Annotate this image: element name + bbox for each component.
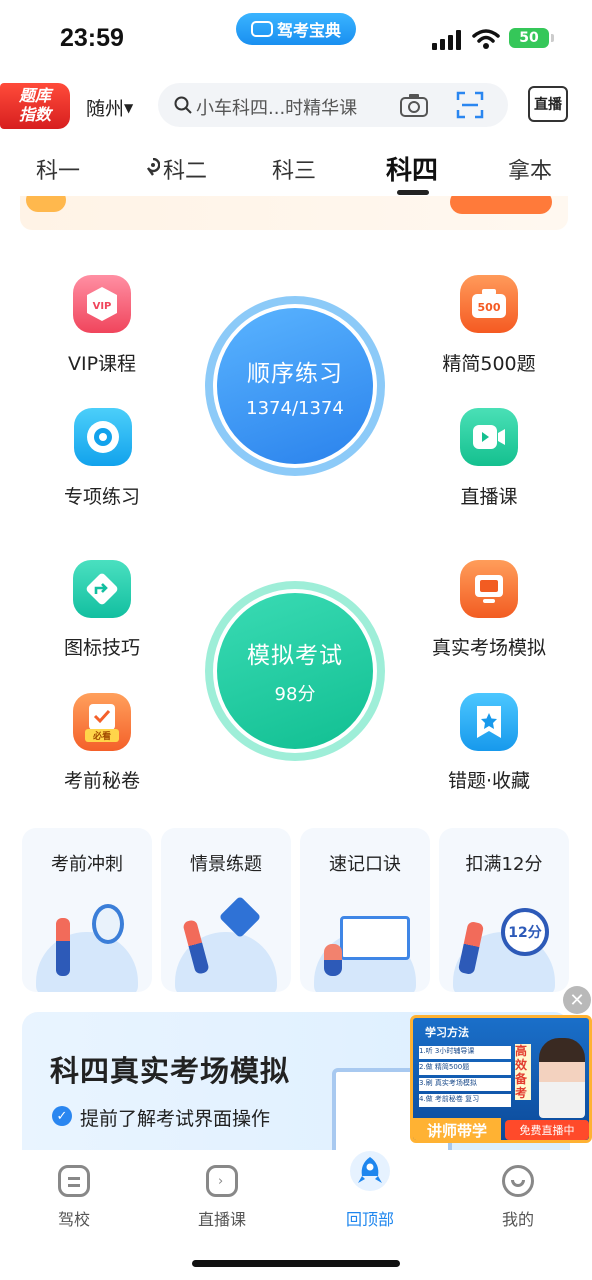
card-scenario[interactable]: 情景练题 (161, 828, 291, 992)
nav-mine[interactable]: 我的 (468, 1165, 568, 1230)
svg-text:必看: 必看 (92, 730, 111, 742)
sequence-practice-progress: 1374/1374 (246, 397, 344, 419)
board-icon (340, 916, 410, 960)
card-mnemonic-title: 速记口诀 (329, 854, 401, 875)
special-practice-label[interactable]: 专项练习 (32, 482, 172, 509)
card-12-points-title: 扣满12分 (465, 854, 543, 875)
sequence-practice-label: 顺序练习 (247, 360, 343, 387)
sequence-practice-ring[interactable]: 顺序练习 1374/1374 (205, 296, 385, 476)
video-item-2: 2.做 精简500题 (419, 1062, 511, 1075)
mock-exam-label: 模拟考试 (247, 643, 343, 669)
person-figure-icon (56, 918, 70, 976)
real-exam-sim-icon[interactable] (460, 560, 518, 618)
app-name-pill: 驾考宝典 (236, 13, 356, 45)
promo-strip-banner[interactable] (20, 196, 568, 230)
mistakes-favorites-label[interactable]: 错题·收藏 (419, 766, 559, 793)
video-item-3: 3.刷 真实考场模拟 (419, 1078, 511, 1091)
tv-icon: › (206, 1165, 238, 1197)
svg-text:500: 500 (478, 301, 501, 314)
promo-title: 科四真实考场模拟 (50, 1054, 291, 1088)
tab-ke1[interactable]: 科一 (36, 153, 80, 185)
video-tag: 讲师带学 (413, 1118, 501, 1140)
live-tv-button[interactable]: 直播 (528, 86, 568, 122)
badge-line2: 指数 (18, 105, 51, 124)
twelve-points-badge: 12分 (501, 908, 549, 956)
tab-ke4[interactable]: 科四 (386, 150, 438, 187)
tab-ke3[interactable]: 科三 (272, 153, 316, 185)
real-exam-sim-label[interactable]: 真实考场模拟 (419, 633, 559, 660)
caret-down-icon: ▼ (124, 101, 134, 115)
city-label: 随州 (86, 98, 125, 120)
nav-live-course[interactable]: › 直播课 (172, 1165, 272, 1230)
live-course-icon[interactable] (460, 408, 518, 466)
banner-action-pill[interactable] (450, 196, 552, 214)
special-practice-icon[interactable] (74, 408, 132, 466)
presenter-avatar (539, 1038, 585, 1118)
svg-text:VIP: VIP (93, 301, 112, 312)
card-sprint-illustration (36, 932, 138, 992)
nav-driving-school[interactable]: 驾校 (24, 1165, 124, 1230)
card-scenario-title: 情景练题 (190, 854, 262, 875)
signal-icon (432, 30, 464, 50)
sitting-figure-icon (324, 944, 342, 976)
nav-driving-school-label: 驾校 (57, 1210, 90, 1229)
card-sprint[interactable]: 考前冲刺 (22, 828, 152, 992)
battery-indicator: 50 (509, 28, 554, 48)
pre-exam-paper-icon[interactable]: 必看 (73, 693, 131, 751)
tab-nabeng[interactable]: 拿本 (508, 153, 552, 185)
mock-exam-ring[interactable]: 模拟考试 98分 (205, 581, 385, 761)
camera-icon[interactable] (400, 93, 428, 117)
rocket-icon (92, 904, 124, 944)
tab-ke2[interactable]: 科二 (163, 153, 207, 185)
jingjian-500-icon[interactable]: 500 (460, 275, 518, 333)
vip-course-label[interactable]: VIP课程 (32, 349, 172, 376)
driving-school-icon (58, 1165, 90, 1197)
nav-live-course-label: 直播课 (197, 1210, 246, 1229)
smile-icon (502, 1165, 534, 1197)
live-video-thumbnail[interactable]: 学习方法 1.听 3小时辅导课 2.做 精简500题 3.刷 真实考场模拟 4.… (410, 1015, 592, 1143)
question-bank-index-badge[interactable]: 题库 指数 (0, 83, 70, 129)
sign-tips-icon[interactable] (73, 560, 131, 618)
scan-icon[interactable] (456, 91, 484, 119)
sign-tips-label[interactable]: 图标技巧 (32, 633, 172, 660)
video-side-text: 高效备考 (515, 1044, 531, 1100)
city-selector[interactable]: 随州▼ (86, 94, 133, 121)
mistakes-favorites-icon[interactable] (460, 693, 518, 751)
home-indicator (192, 1260, 400, 1267)
banner-decoration (26, 196, 66, 212)
vip-course-icon[interactable]: VIP (73, 275, 131, 333)
nav-back-to-top[interactable]: 回顶部 (320, 1151, 420, 1230)
search-icon (174, 96, 192, 114)
live-course-label[interactable]: 直播课 (419, 482, 559, 509)
search-placeholder[interactable]: 小车科四...时精华课 (196, 94, 357, 120)
mock-exam-score: 98分 (274, 684, 316, 705)
card-12-points[interactable]: 扣满12分 12分 (439, 828, 569, 992)
badge-line1: 题库 (18, 86, 51, 105)
wifi-icon (472, 28, 500, 50)
card-sprint-title: 考前冲刺 (51, 854, 123, 875)
video-item-1: 1.听 3小时辅导课 (419, 1046, 511, 1059)
promo-point-1: 提前了解考试界面操作 (80, 1108, 271, 1130)
video-item-4: 4.做 考前秘卷 复习 (419, 1094, 511, 1107)
close-icon[interactable]: ✕ (563, 986, 591, 1014)
status-time: 23:59 (60, 24, 124, 52)
card-mnemonic[interactable]: 速记口诀 (300, 828, 430, 992)
jingjian-500-label[interactable]: 精简500题 (419, 349, 559, 376)
video-live-label: 免费直播中 (505, 1120, 589, 1140)
check-icon: ✓ (52, 1106, 72, 1126)
rocket-icon (350, 1151, 390, 1191)
app-name: 驾考宝典 (276, 21, 341, 40)
nav-back-to-top-label: 回顶部 (345, 1210, 394, 1229)
nav-mine-label: 我的 (501, 1210, 534, 1229)
video-header: 学习方法 (425, 1026, 469, 1039)
car-icon (250, 21, 273, 37)
tab-ke2-marker-icon (146, 157, 161, 176)
pre-exam-paper-label[interactable]: 考前秘卷 (32, 766, 172, 793)
tab-active-indicator (397, 190, 429, 195)
